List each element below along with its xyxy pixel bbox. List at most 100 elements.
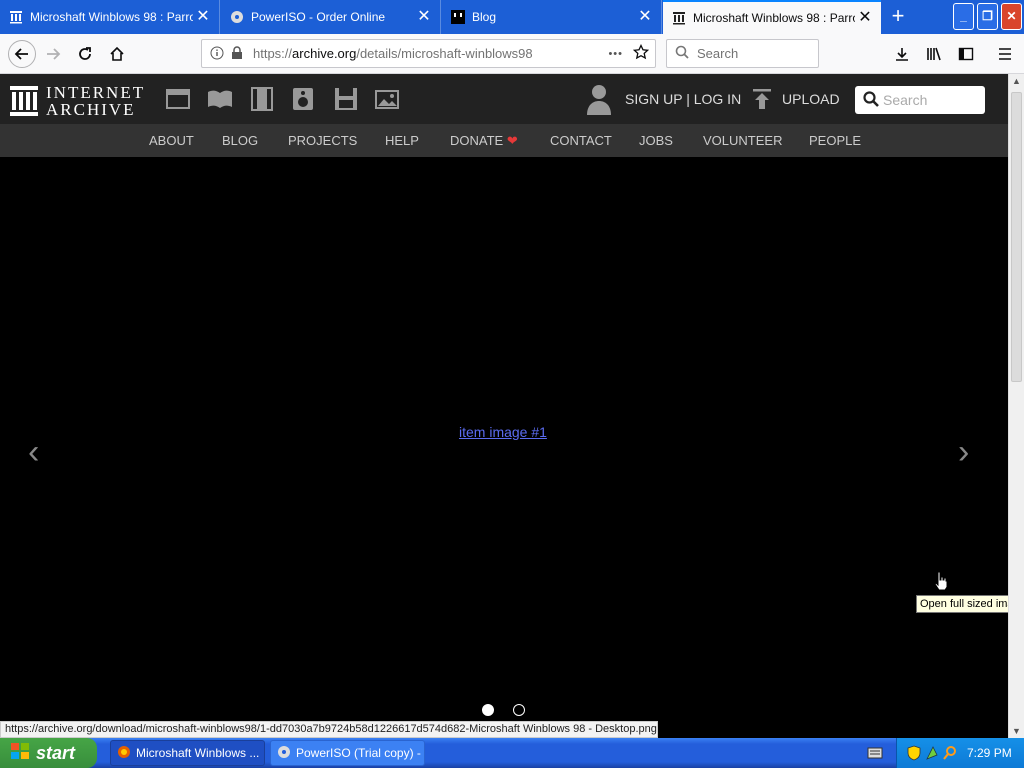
firefox-icon <box>117 745 131 762</box>
keyboard-icon[interactable] <box>867 746 883 763</box>
nav-projects[interactable]: PROJECTS <box>288 133 357 148</box>
home-icon <box>110 46 124 61</box>
nav-people[interactable]: PEOPLE <box>809 133 861 148</box>
search-tray-icon[interactable] <box>943 745 957 764</box>
archive-logo[interactable]: INTERNET ARCHIVE <box>10 84 145 118</box>
logo-line-2: ARCHIVE <box>46 100 136 119</box>
start-button[interactable]: start <box>0 738 97 768</box>
audio-speaker-icon[interactable] <box>290 87 316 111</box>
bookmark-star-icon[interactable] <box>632 43 650 63</box>
nav-blog[interactable]: BLOG <box>222 133 258 148</box>
reload-icon <box>79 47 91 60</box>
network-icon[interactable] <box>925 745 939 764</box>
tab-blog[interactable]: Blog ✕ <box>442 0 662 34</box>
close-tab-icon[interactable]: ✕ <box>193 9 213 25</box>
images-icon[interactable] <box>375 87 401 111</box>
back-arrow-icon <box>14 48 28 60</box>
nav-donate-label: DONATE <box>450 133 504 148</box>
tab-title: Blog <box>472 10 497 24</box>
poweriso-icon <box>277 745 291 762</box>
search-icon <box>863 90 879 110</box>
back-button[interactable] <box>8 40 36 68</box>
url-path: /details/microshaft-winblows98 <box>356 46 533 61</box>
close-tab-icon[interactable]: ✕ <box>635 9 655 25</box>
software-floppy-icon[interactable] <box>333 87 359 111</box>
downloads-button[interactable] <box>890 42 914 66</box>
taskbar-item-label: Microshaft Winblows ... <box>136 746 260 760</box>
carousel-dot-active[interactable] <box>482 704 494 716</box>
taskbar: start Microshaft Winblows ... PowerISO (… <box>0 738 1024 768</box>
forward-button[interactable] <box>41 42 65 66</box>
archive-building-icon <box>10 86 38 116</box>
nav-jobs[interactable]: JOBS <box>639 133 673 148</box>
shield-icon[interactable] <box>907 745 921 764</box>
nav-contact[interactable]: CONTACT <box>550 133 612 148</box>
close-window-button[interactable]: ✕ <box>1001 3 1022 30</box>
close-tab-icon[interactable]: ✕ <box>414 9 434 25</box>
tab-bar: Microshaft Winblows 98 : Parroty ✕ Power… <box>0 0 1024 34</box>
archive-icon <box>671 10 687 26</box>
nav-help[interactable]: HELP <box>385 133 419 148</box>
download-icon <box>896 48 908 61</box>
scrollbar-thumb[interactable] <box>1011 92 1022 382</box>
browser-search-input[interactable]: Search <box>666 39 819 68</box>
vertical-scrollbar[interactable]: ▲ ▼ <box>1008 74 1024 738</box>
info-icon[interactable] <box>210 46 224 63</box>
minimize-button[interactable]: _ <box>953 3 974 30</box>
archive-icon <box>8 9 24 25</box>
archive-nav: ABOUT BLOG PROJECTS HELP DONATE ❤ CONTAC… <box>0 124 1008 157</box>
hamburger-icon <box>999 48 1011 60</box>
reload-button[interactable] <box>73 42 97 66</box>
windows-logo-icon <box>10 742 30 765</box>
carousel-dot[interactable] <box>513 704 525 716</box>
lock-icon <box>230 46 244 63</box>
maximize-button[interactable]: ❐ <box>977 3 998 30</box>
scroll-down-icon[interactable]: ▼ <box>1012 726 1021 736</box>
close-tab-icon[interactable]: ✕ <box>855 10 875 26</box>
url-text: https://archive.org/details/microshaft-w… <box>253 46 608 61</box>
texts-book-icon[interactable] <box>207 87 233 111</box>
upload-icon[interactable] <box>752 88 772 113</box>
user-avatar-icon[interactable] <box>585 83 613 118</box>
scroll-up-icon[interactable]: ▲ <box>1012 76 1021 86</box>
page-actions-icon[interactable]: ••• <box>608 48 623 60</box>
logo-line-1: INTERNET <box>46 83 146 102</box>
archive-search-input[interactable]: Search <box>855 86 985 114</box>
library-button[interactable] <box>922 42 946 66</box>
tab-archive-active[interactable]: Microshaft Winblows 98 : Parroty ✕ <box>663 0 881 34</box>
signup-login-link[interactable]: SIGN UP | LOG IN <box>625 91 741 107</box>
archive-header: INTERNET ARCHIVE SIGN UP | LOG IN UPLOAD… <box>0 74 1008 124</box>
system-tray: 7:29 PM <box>896 738 1024 768</box>
taskbar-item-poweriso[interactable]: PowerISO (Trial copy) - <box>270 740 425 766</box>
search-icon <box>675 45 689 62</box>
next-image-arrow[interactable]: › <box>958 435 969 469</box>
sidebar-icon <box>958 47 974 61</box>
sidebar-button[interactable] <box>954 42 978 66</box>
tab-title: Microshaft Winblows 98 : Parroty <box>30 10 193 24</box>
url-domain: archive.org <box>292 46 357 61</box>
web-icon[interactable] <box>165 87 191 111</box>
nav-donate[interactable]: DONATE ❤ <box>450 133 518 149</box>
home-button[interactable] <box>105 42 129 66</box>
video-film-icon[interactable] <box>249 87 275 111</box>
taskbar-item-firefox[interactable]: Microshaft Winblows ... <box>110 740 265 766</box>
item-image-link[interactable]: item image #1 <box>459 424 547 440</box>
taskbar-item-label: PowerISO (Trial copy) - <box>296 746 421 760</box>
tab-title: Microshaft Winblows 98 : Parroty <box>693 11 855 25</box>
status-bar: https://archive.org/download/microshaft-… <box>0 721 658 738</box>
prev-image-arrow[interactable]: ‹ <box>28 435 39 469</box>
forward-arrow-icon <box>47 48 61 60</box>
archive-logo-text: INTERNET ARCHIVE <box>46 84 145 118</box>
upload-link[interactable]: UPLOAD <box>782 91 840 107</box>
nav-about[interactable]: ABOUT <box>149 133 194 148</box>
new-tab-button[interactable]: + <box>886 5 910 29</box>
menu-button[interactable] <box>993 42 1017 66</box>
library-icon <box>927 47 941 61</box>
navigation-toolbar: https://archive.org/details/microshaft-w… <box>0 34 1024 74</box>
blog-icon <box>450 9 466 25</box>
tab-archive-1[interactable]: Microshaft Winblows 98 : Parroty ✕ <box>0 0 220 34</box>
nav-volunteer[interactable]: VOLUNTEER <box>703 133 782 148</box>
url-bar[interactable]: https://archive.org/details/microshaft-w… <box>201 39 656 68</box>
tab-poweriso[interactable]: PowerISO - Order Online ✕ <box>221 0 441 34</box>
item-image-viewer[interactable]: ‹ item image #1 › <box>0 157 1008 722</box>
